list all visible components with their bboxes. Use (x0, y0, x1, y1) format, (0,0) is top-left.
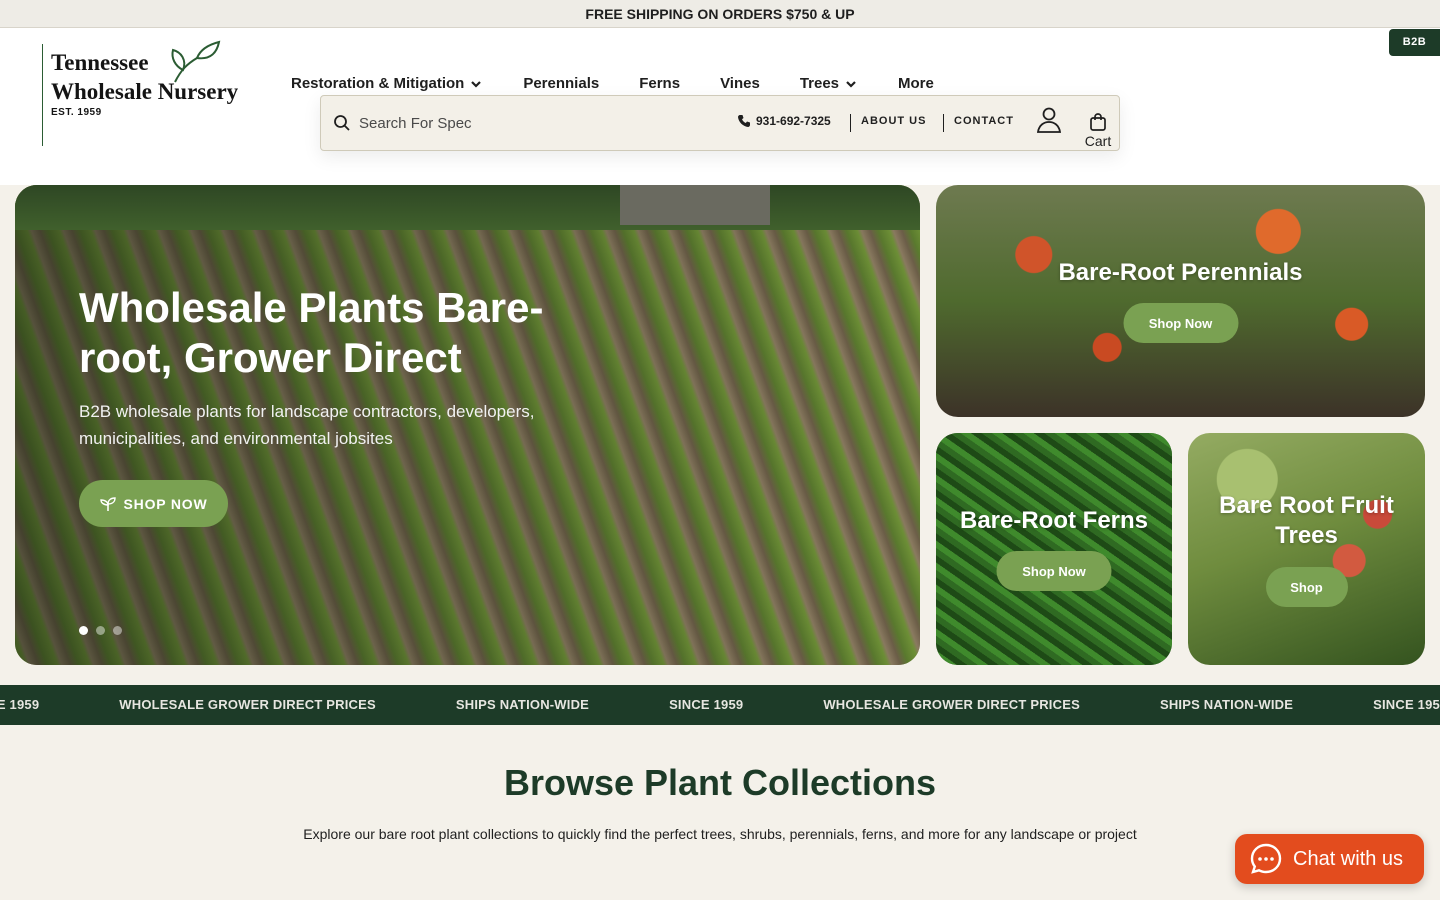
nav-item-trees[interactable]: Trees (800, 75, 858, 92)
nav-item-restoration[interactable]: Restoration & Mitigation (291, 75, 483, 92)
about-us-link[interactable]: ABOUT US (861, 115, 926, 127)
card-image (936, 433, 1172, 665)
nav-label: Trees (799, 75, 840, 92)
nav-label: Perennials (523, 75, 600, 92)
site-header: Tennessee Wholesale Nursery EST. 1959 Re… (0, 28, 1440, 185)
hero-button-label: SHOP NOW (123, 495, 208, 512)
logo-line-2: Wholesale Nursery (51, 79, 239, 104)
b2b-badge[interactable]: B2B (1389, 29, 1440, 56)
perennials-shop-button[interactable]: Shop Now (1123, 303, 1238, 343)
nav-label: Vines (720, 75, 760, 92)
phone-number: 931-692-7325 (756, 114, 831, 128)
card-image (936, 185, 1425, 417)
hero-shop-now-button[interactable]: SHOP NOW (79, 480, 228, 527)
slider-dot[interactable] (113, 626, 122, 635)
ticker-item: SINCE 1959 (1373, 697, 1440, 712)
ticker-item: SINCE 1959 (669, 697, 744, 712)
section-title: Browse Plant Collections (503, 762, 937, 803)
chat-bubble-icon (1250, 843, 1282, 874)
nav-item-vines[interactable]: Vines (720, 75, 760, 92)
divider (943, 114, 944, 132)
hero-barn (620, 185, 770, 225)
contact-link[interactable]: CONTACT (954, 115, 1014, 127)
cart-button[interactable]: Cart (1083, 112, 1113, 149)
shopping-bag-icon (1090, 113, 1106, 131)
account-icon[interactable] (1035, 106, 1063, 134)
nav-item-perennials[interactable]: Perennials (523, 75, 599, 92)
nav-label: Restoration & Mitigation (291, 75, 465, 92)
phone-link[interactable]: 931-692-7325 (737, 114, 831, 128)
announcement-text: FREE SHIPPING ON ORDERS $750 & UP (585, 6, 855, 22)
ticker-item: WHOLESALE GROWER DIRECT PRICES (119, 697, 376, 712)
marquee-ticker: SINCE 1959 WHOLESALE GROWER DIRECT PRICES… (0, 685, 1440, 725)
hero-title: Wholesale Plants Bare-root, Grower Direc… (79, 284, 544, 381)
card-title: Bare-Root Perennials (1058, 259, 1303, 286)
site-logo[interactable]: Tennessee Wholesale Nursery EST. 1959 (42, 40, 252, 146)
card-perennials[interactable]: Bare-Root Perennials Shop Now (936, 185, 1425, 417)
section-subtitle: Explore our bare root plant collections … (303, 826, 1137, 842)
nav-item-more[interactable]: More (898, 75, 934, 92)
logo-line-1: Tennessee (51, 50, 149, 75)
hero-treeline (15, 185, 920, 230)
divider (850, 114, 851, 132)
slider-dot[interactable] (96, 626, 105, 635)
fruit-shop-button[interactable]: Shop (1265, 567, 1348, 607)
ticker-item: WHOLESALE GROWER DIRECT PRICES (823, 697, 1080, 712)
ticker-item: SHIPS NATION-WIDE (455, 697, 590, 712)
logo-est: EST. 1959 (51, 107, 102, 118)
card-title: Bare Root Fruit Trees (1219, 492, 1394, 549)
card-fruit-trees[interactable]: Bare Root Fruit Trees Shop (1188, 433, 1425, 665)
search-icon (334, 115, 350, 131)
chevron-down-icon (846, 80, 856, 88)
slider-dots (79, 626, 122, 635)
chevron-down-icon (471, 80, 482, 88)
ticker-track: SINCE 1959 WHOLESALE GROWER DIRECT PRICES… (0, 685, 1440, 725)
ticker-item: SINCE 1959 (0, 697, 40, 712)
search-input[interactable] (359, 109, 659, 137)
cart-label: Cart (1084, 133, 1112, 149)
hero-banner: Wholesale Plants Bare-root, Grower Direc… (15, 185, 920, 665)
nav-label: Ferns (639, 75, 681, 92)
announcement-bar: FREE SHIPPING ON ORDERS $750 & UP (0, 0, 1440, 28)
utility-bar: 931-692-7325 ABOUT US CONTACT Cart (320, 95, 1120, 151)
slider-dot[interactable] (79, 626, 88, 635)
phone-icon (738, 115, 750, 127)
sprout-icon (99, 496, 116, 511)
card-ferns[interactable]: Bare-Root Ferns Shop Now (936, 433, 1172, 665)
ferns-shop-button[interactable]: Shop Now (996, 551, 1112, 591)
chat-label: Chat with us (1293, 847, 1404, 870)
nav-label: More (898, 75, 934, 92)
chat-button[interactable]: Chat with us (1235, 834, 1424, 884)
nav-item-ferns[interactable]: Ferns (639, 75, 680, 92)
main-nav: Restoration & Mitigation Perennials Fern… (291, 75, 974, 92)
leaf-icon (171, 40, 221, 83)
hero-subtitle: B2B wholesale plants for landscape contr… (79, 402, 535, 448)
ticker-item: SHIPS NATION-WIDE (1159, 697, 1294, 712)
card-title: Bare-Root Ferns (959, 507, 1149, 534)
